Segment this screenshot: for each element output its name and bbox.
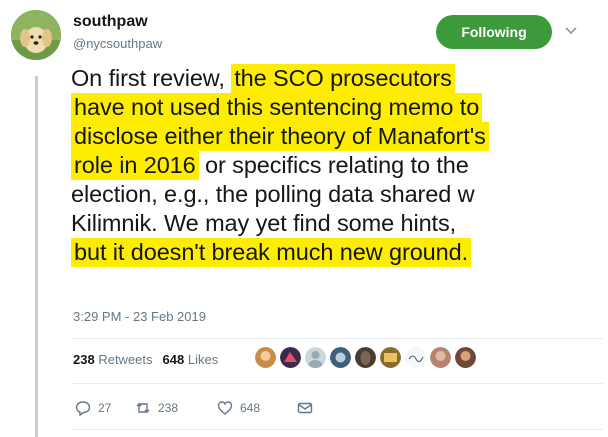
envelope-icon — [297, 402, 313, 414]
like-action[interactable]: 648 — [217, 400, 297, 416]
tweet-text-segment: election, e.g., the polling data shared … — [71, 181, 475, 207]
divider — [71, 338, 603, 339]
reply-icon — [75, 401, 91, 416]
highlighted-text: role in 2016 — [71, 151, 199, 180]
liker-avatar[interactable] — [380, 347, 401, 368]
tweet-timestamp[interactable]: 3:29 PM - 23 Feb 2019 — [73, 309, 206, 324]
tweet-line: disclose either their theory of Manafort… — [71, 122, 601, 151]
engagement-stats: 238 Retweets 648 Likes — [73, 352, 218, 367]
divider — [71, 383, 603, 384]
reply-count: 27 — [98, 401, 112, 415]
tweet-line: have not used this sentencing memo to — [71, 93, 601, 122]
highlighted-text: but it doesn't break much new ground. — [71, 238, 471, 267]
chevron-down-icon[interactable] — [563, 22, 579, 38]
author-handle[interactable]: @nycsouthpaw — [73, 36, 162, 51]
highlighted-text: disclose either their theory of Manafort… — [71, 122, 489, 151]
liker-avatar[interactable] — [255, 347, 276, 368]
tweet-line: role in 2016 or specifics relating to th… — [71, 151, 601, 180]
liker-avatar[interactable] — [405, 347, 426, 368]
following-button[interactable]: Following — [436, 15, 552, 49]
retweet-action[interactable]: 238 — [135, 400, 217, 416]
likes-label: Likes — [187, 352, 219, 367]
likes-stat[interactable]: 648 Likes — [163, 352, 219, 367]
tweet-text-segment: On first review, — [71, 65, 232, 91]
liker-avatar[interactable] — [430, 347, 451, 368]
liker-avatar[interactable] — [305, 347, 326, 368]
author-avatar[interactable] — [11, 10, 61, 60]
direct-message-action[interactable] — [297, 400, 320, 416]
likes-count: 648 — [162, 352, 185, 367]
tweet-actions: 27 238 648 — [75, 400, 320, 416]
liker-avatar[interactable] — [280, 347, 301, 368]
divider — [71, 429, 603, 430]
liker-avatar[interactable] — [330, 347, 351, 368]
retweets-count: 238 — [73, 352, 95, 367]
reply-action[interactable]: 27 — [75, 400, 135, 416]
tweet-line: Kilimnik. We may yet find some hints, — [71, 209, 601, 238]
retweets-label: Retweets — [98, 352, 153, 367]
liker-avatar[interactable] — [355, 347, 376, 368]
highlighted-text: the SCO prosecutors — [231, 64, 455, 93]
heart-icon — [217, 401, 233, 415]
dog-avatar-icon — [11, 10, 61, 60]
thread-line — [35, 76, 38, 437]
tweet-line: election, e.g., the polling data shared … — [71, 180, 601, 209]
tweet-text: On first review, the SCO prosecutors hav… — [71, 64, 601, 267]
tweet-line: but it doesn't break much new ground. — [71, 238, 601, 267]
tweet-line: On first review, the SCO prosecutors — [71, 64, 601, 93]
like-count: 648 — [240, 401, 261, 415]
liker-avatar[interactable] — [455, 347, 476, 368]
author-name[interactable]: southpaw — [73, 13, 148, 31]
liker-avatars — [255, 347, 476, 368]
retweet-icon — [136, 403, 150, 413]
tweet-text-segment: or specifics relating to the — [198, 152, 469, 178]
highlighted-text: have not used this sentencing memo to — [71, 93, 483, 122]
retweet-count: 238 — [158, 401, 179, 415]
retweets-stat[interactable]: 238 Retweets — [73, 352, 153, 367]
tweet-text-segment: Kilimnik. We may yet find some hints, — [71, 210, 457, 236]
